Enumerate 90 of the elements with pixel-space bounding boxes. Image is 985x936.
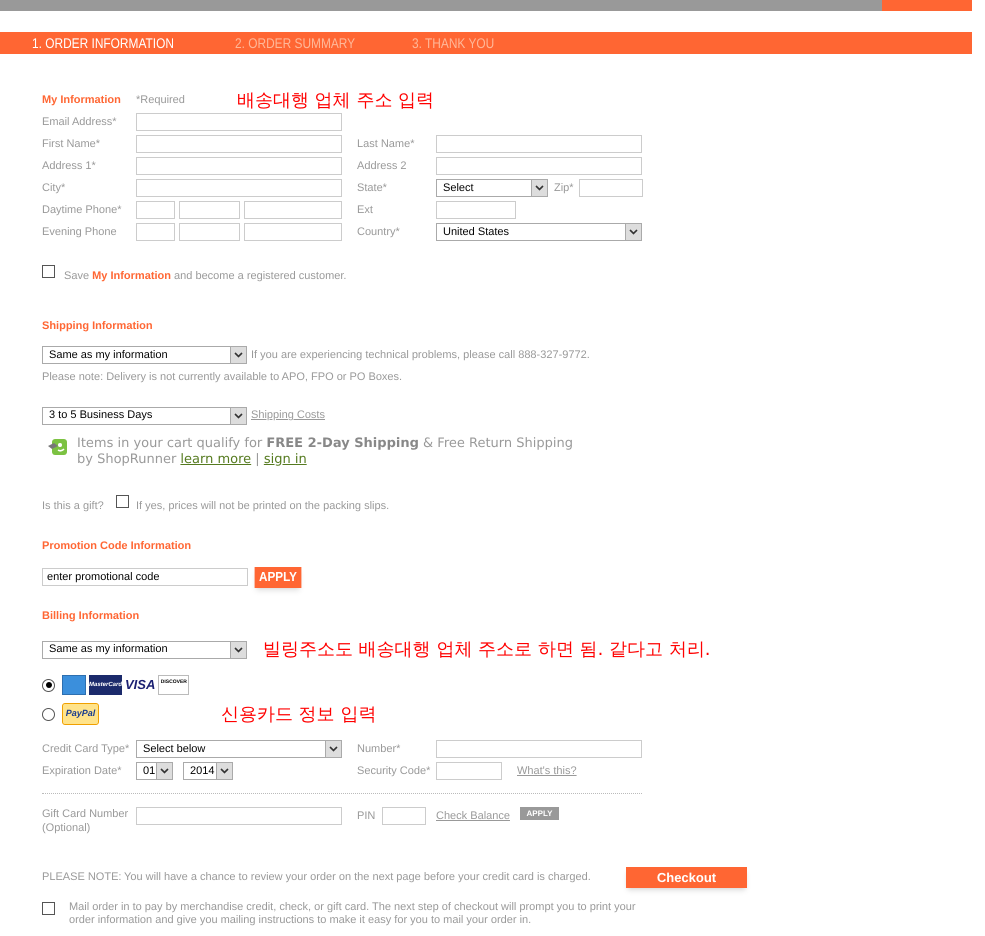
gift-note: If yes, prices will not be printed on the packing slips. — [136, 498, 390, 514]
field-label: Email Address* — [42, 114, 118, 130]
note-label: PLEASE NOTE: — [42, 870, 122, 886]
checkbox[interactable] — [116, 494, 129, 508]
caret-icon — [625, 224, 641, 240]
apply-button[interactable]: APPLY — [254, 566, 302, 588]
field-label: Ext — [357, 202, 374, 218]
text-input[interactable] — [136, 157, 342, 175]
checkbox[interactable] — [42, 902, 55, 915]
caret-icon — [531, 180, 547, 196]
security-code-field[interactable] — [436, 762, 502, 780]
card-number-field[interactable] — [436, 740, 642, 758]
learn-more-link[interactable]: learn more — [180, 452, 252, 466]
paypal-logo: PayPal — [62, 703, 99, 725]
dropdown[interactable]: 01 — [136, 762, 173, 780]
delivery-note: Please note: Delivery is not currently available to APO, FPO or PO Boxes. — [42, 370, 404, 385]
section-title: Billing Information — [42, 608, 140, 624]
dropdown[interactable]: United States — [436, 223, 642, 241]
checkout-button[interactable]: Checkout — [626, 867, 747, 888]
save-info-text: Save My Information and become a registered customer. — [64, 269, 346, 284]
pin-field[interactable] — [382, 807, 426, 825]
field-label: State* — [357, 180, 388, 196]
checkbox[interactable] — [42, 265, 55, 278]
field-label: Security Code* — [357, 764, 432, 779]
field-label: City* — [42, 180, 66, 196]
field-label: PIN — [357, 809, 376, 824]
field-label: Number* — [357, 742, 402, 757]
field-label: Expiration Date* — [42, 764, 122, 779]
phone-input[interactable] — [179, 201, 240, 219]
caret-icon — [230, 408, 246, 424]
field-label: Daytime Phone* — [42, 202, 122, 218]
text-input[interactable] — [136, 113, 342, 131]
field-label: Zip* — [554, 180, 575, 196]
dropdown[interactable]: Same as my information — [42, 346, 247, 364]
radio-button[interactable] — [42, 678, 55, 692]
annotation: 신용카드 정보 입력 — [221, 702, 376, 726]
phone-input[interactable] — [244, 223, 342, 241]
phone-input[interactable] — [179, 223, 240, 241]
dropdown[interactable]: 3 to 5 Business Days — [42, 406, 247, 424]
help-text: If you are experiencing technical problems, please call 888-327-9772. — [251, 348, 590, 363]
field-label: Address 1* — [42, 158, 97, 174]
caret-icon — [230, 347, 246, 363]
text-input[interactable] — [436, 135, 642, 153]
caret-icon — [230, 642, 246, 658]
dropdown[interactable]: Same as my information — [42, 640, 247, 658]
radio-button[interactable] — [42, 708, 55, 720]
gift-label: Is this a gift? — [42, 498, 105, 514]
shoprunner-icon — [48, 438, 68, 456]
shoprunner-text: Items in your cart qualify for FREE 2-Day Shipping & Free Return Shipping by ShopRunner learn more | sign in — [77, 436, 574, 468]
apply-button[interactable]: APPLY — [520, 807, 559, 820]
caret-icon — [156, 763, 172, 779]
section-title: My Information — [42, 92, 122, 108]
promo-code-field[interactable]: enter promotional code — [42, 568, 248, 586]
text-input[interactable] — [136, 135, 342, 153]
dropdown[interactable]: 2014 — [183, 762, 233, 780]
field-label: Credit Card Type* — [42, 742, 130, 757]
sign-in-link[interactable]: sign in — [264, 452, 307, 466]
visa-logo: VISA — [125, 676, 156, 694]
phone-input[interactable] — [244, 201, 342, 219]
check-balance-link[interactable]: Check Balance — [436, 808, 510, 824]
annotation: 배송대행 업체 주소 입력 — [237, 88, 434, 112]
shipping-costs-link[interactable]: Shipping Costs — [251, 407, 325, 424]
dropdown[interactable]: Select — [436, 179, 548, 197]
field-label: First Name* — [42, 136, 102, 152]
field-label: Gift Card Number — [42, 807, 130, 821]
section-title: Shipping Information — [42, 318, 154, 334]
field-label: Last Name* — [357, 136, 416, 152]
phone-input[interactable] — [136, 223, 175, 241]
dropdown[interactable]: Select below — [136, 740, 342, 758]
caret-icon — [216, 763, 232, 779]
annotation: 빌링주소도 배송대행 업체 주소로 하면 됨. 같다고 처리. — [263, 638, 710, 662]
step-tab[interactable]: 1. ORDER INFORMATION — [32, 32, 174, 54]
field-label: Address 2 — [357, 158, 408, 174]
note-text: You will have a chance to review your order on the next page before your credit card is charged. — [124, 870, 592, 886]
zip-input[interactable] — [579, 179, 643, 197]
phone-input[interactable] — [136, 201, 175, 219]
mail-order-text: Mail order in to pay by merchandise credit, check, or gift card. The next step of checkout will prompt you to print your order information and give you mailing instructions to make it easy for you to mail your order in. — [69, 901, 637, 927]
text-input[interactable] — [436, 201, 516, 219]
caret-icon — [325, 741, 341, 757]
whats-this-link[interactable]: What's this? — [517, 762, 577, 780]
header-button[interactable] — [882, 0, 972, 11]
field-label: (Optional) — [42, 821, 92, 835]
text-input[interactable] — [436, 157, 642, 175]
required-note: *Required — [136, 92, 186, 108]
gift-card-field[interactable] — [136, 807, 342, 825]
field-label: Evening Phone — [42, 224, 118, 240]
field-label: Country* — [357, 224, 401, 240]
section-title: Promotion Code Information — [42, 539, 192, 554]
text-input[interactable] — [136, 179, 342, 197]
card-logo-icon — [62, 675, 86, 695]
